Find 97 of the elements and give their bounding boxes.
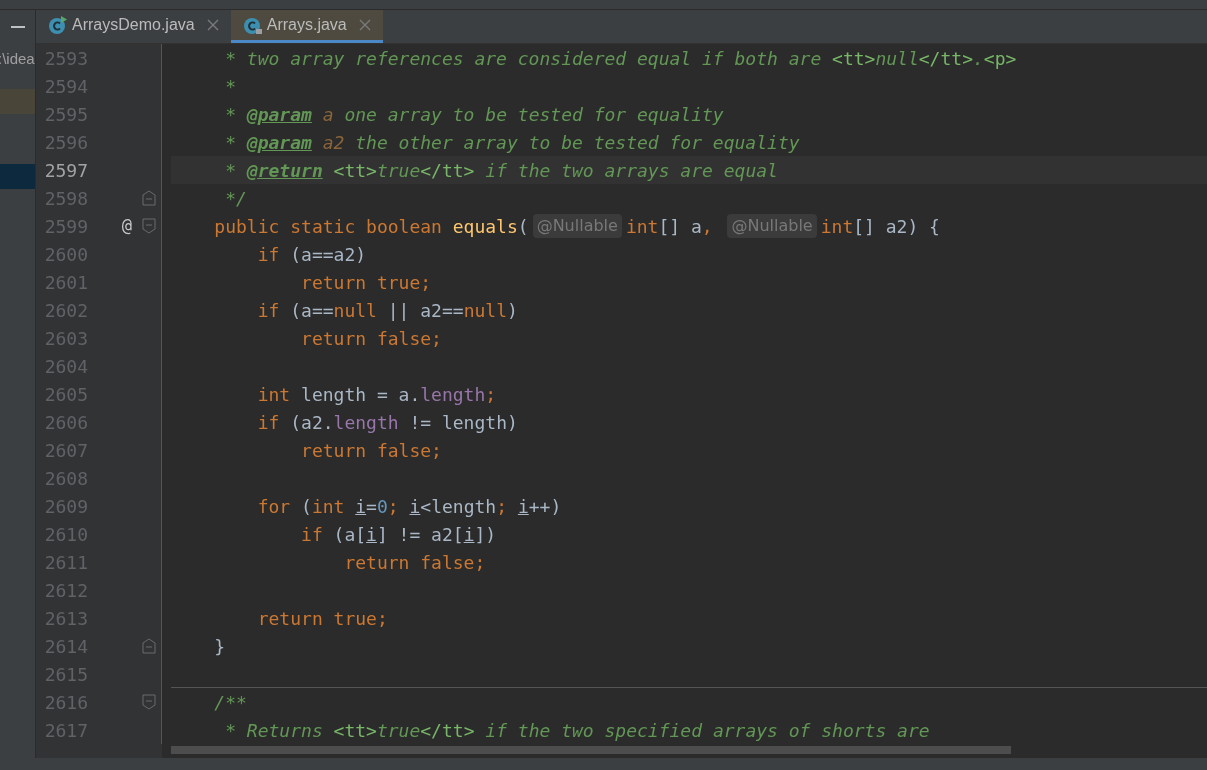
code-token: * [224,158,238,183]
code-token: i [463,522,475,547]
parameter-hint: @Nullable [532,214,622,238]
parameter-hint: @Nullable [727,214,817,238]
code-token: int [256,382,291,407]
code-token: @return [246,158,323,183]
code-token: (a== [289,298,334,323]
code-token: equals [452,214,518,239]
code-token: the other array to be tested for equality [354,130,800,155]
code-token: * [224,74,237,99]
java-class-icon [242,15,263,35]
code-token: if [256,410,280,435]
code-token: * [224,130,238,155]
code-token: i [409,494,421,519]
code-token: true [376,158,421,183]
code-token: != length) [408,410,518,435]
code-token: */ [224,186,247,211]
code-token: ( [300,494,312,519]
code-token: * two array references are considered equal if both are [224,46,823,71]
code-token: </tt> [918,46,973,71]
code-token: if the two specified arrays of shorts are [484,718,930,743]
code-token: @param [246,130,312,155]
java-class-icon [48,15,68,35]
code-token: ++) [528,494,562,519]
code-token: <p> [983,46,1017,71]
tab-label: Arrays.java [266,15,347,35]
path-text: :\idea [0,49,35,69]
code-token: * Returns [224,718,324,743]
code-token: one array to be tested for equality [343,102,724,127]
code-token: i [355,494,367,519]
horizontal-scrollbar[interactable] [171,746,1011,754]
code-token: length = a. [300,382,421,407]
code-token: <length [420,494,497,519]
code-token: /** [213,690,247,715]
minimize-icon[interactable] [10,25,25,29]
code-token: return false; [300,438,442,463]
code-token: if the two arrays are equal [484,158,778,183]
code-token: ; [387,494,400,519]
fold-icon[interactable] [141,638,156,654]
file-tab[interactable]: Arrays.java [230,10,383,43]
code-token: <tt> [832,46,876,71]
code-token: a [321,102,334,127]
code-token: , [701,214,714,239]
code-token: int [820,214,854,239]
code-token: return false; [300,326,442,351]
code-token: int [311,494,346,519]
close-icon[interactable] [206,19,219,31]
code-token: ) [507,298,518,323]
code-token: null [875,46,919,71]
code-token: ; [496,494,509,519]
code-token: null [463,298,507,323]
code-token: for [256,494,291,519]
code-token: return true; [300,270,432,295]
tab-label: ArraysDemo.java [72,15,195,35]
code-token: if [256,298,280,323]
code-token: length [333,410,399,435]
code-token: <tt> [332,158,377,183]
code-token: </tt> [420,718,475,743]
code-token: ]) [474,522,497,547]
code-token: || a2== [386,298,464,323]
code-token: null [333,298,377,323]
code-token: <tt> [333,718,377,743]
code-token: int [625,214,659,239]
code-token: (a==a2) [289,242,367,267]
code-token: [] a [658,214,702,239]
code-token: length [420,382,486,407]
close-icon[interactable] [358,19,371,31]
code-token: 0 [376,494,388,519]
code-token: * [224,102,238,127]
code-token: i [366,522,377,547]
code-token: . [972,46,984,71]
line-number: 2597 [43,158,88,183]
code-token: ( [517,214,529,239]
code-token: } [213,634,226,659]
file-tab[interactable]: ArraysDemo.java [36,10,231,43]
code-token: </tt> [420,158,475,183]
override-marker[interactable]: @ [121,213,132,239]
code-token: if [300,522,323,547]
code-token: a2 [321,130,345,155]
selected-tree-row[interactable] [0,163,35,189]
code-token: = [366,494,377,519]
code-token: return true; [256,606,388,631]
fold-icon[interactable] [141,218,156,234]
code-token: public static boolean [213,214,443,239]
code-token: return false; [343,550,486,575]
code-token: [] a2) { [853,214,940,239]
fold-icon[interactable] [141,694,156,710]
code-token: true [376,718,421,743]
code-token: if [256,242,280,267]
code-token: ; [485,382,497,407]
fold-icon[interactable] [141,190,156,206]
code-token: (a[ [332,522,367,547]
code-token: (a2. [289,410,334,435]
code-token: i [517,494,529,519]
highlighted-tree-row[interactable] [0,88,35,114]
code-token: ] != a2[ [376,522,464,547]
code-token: @param [246,102,312,127]
